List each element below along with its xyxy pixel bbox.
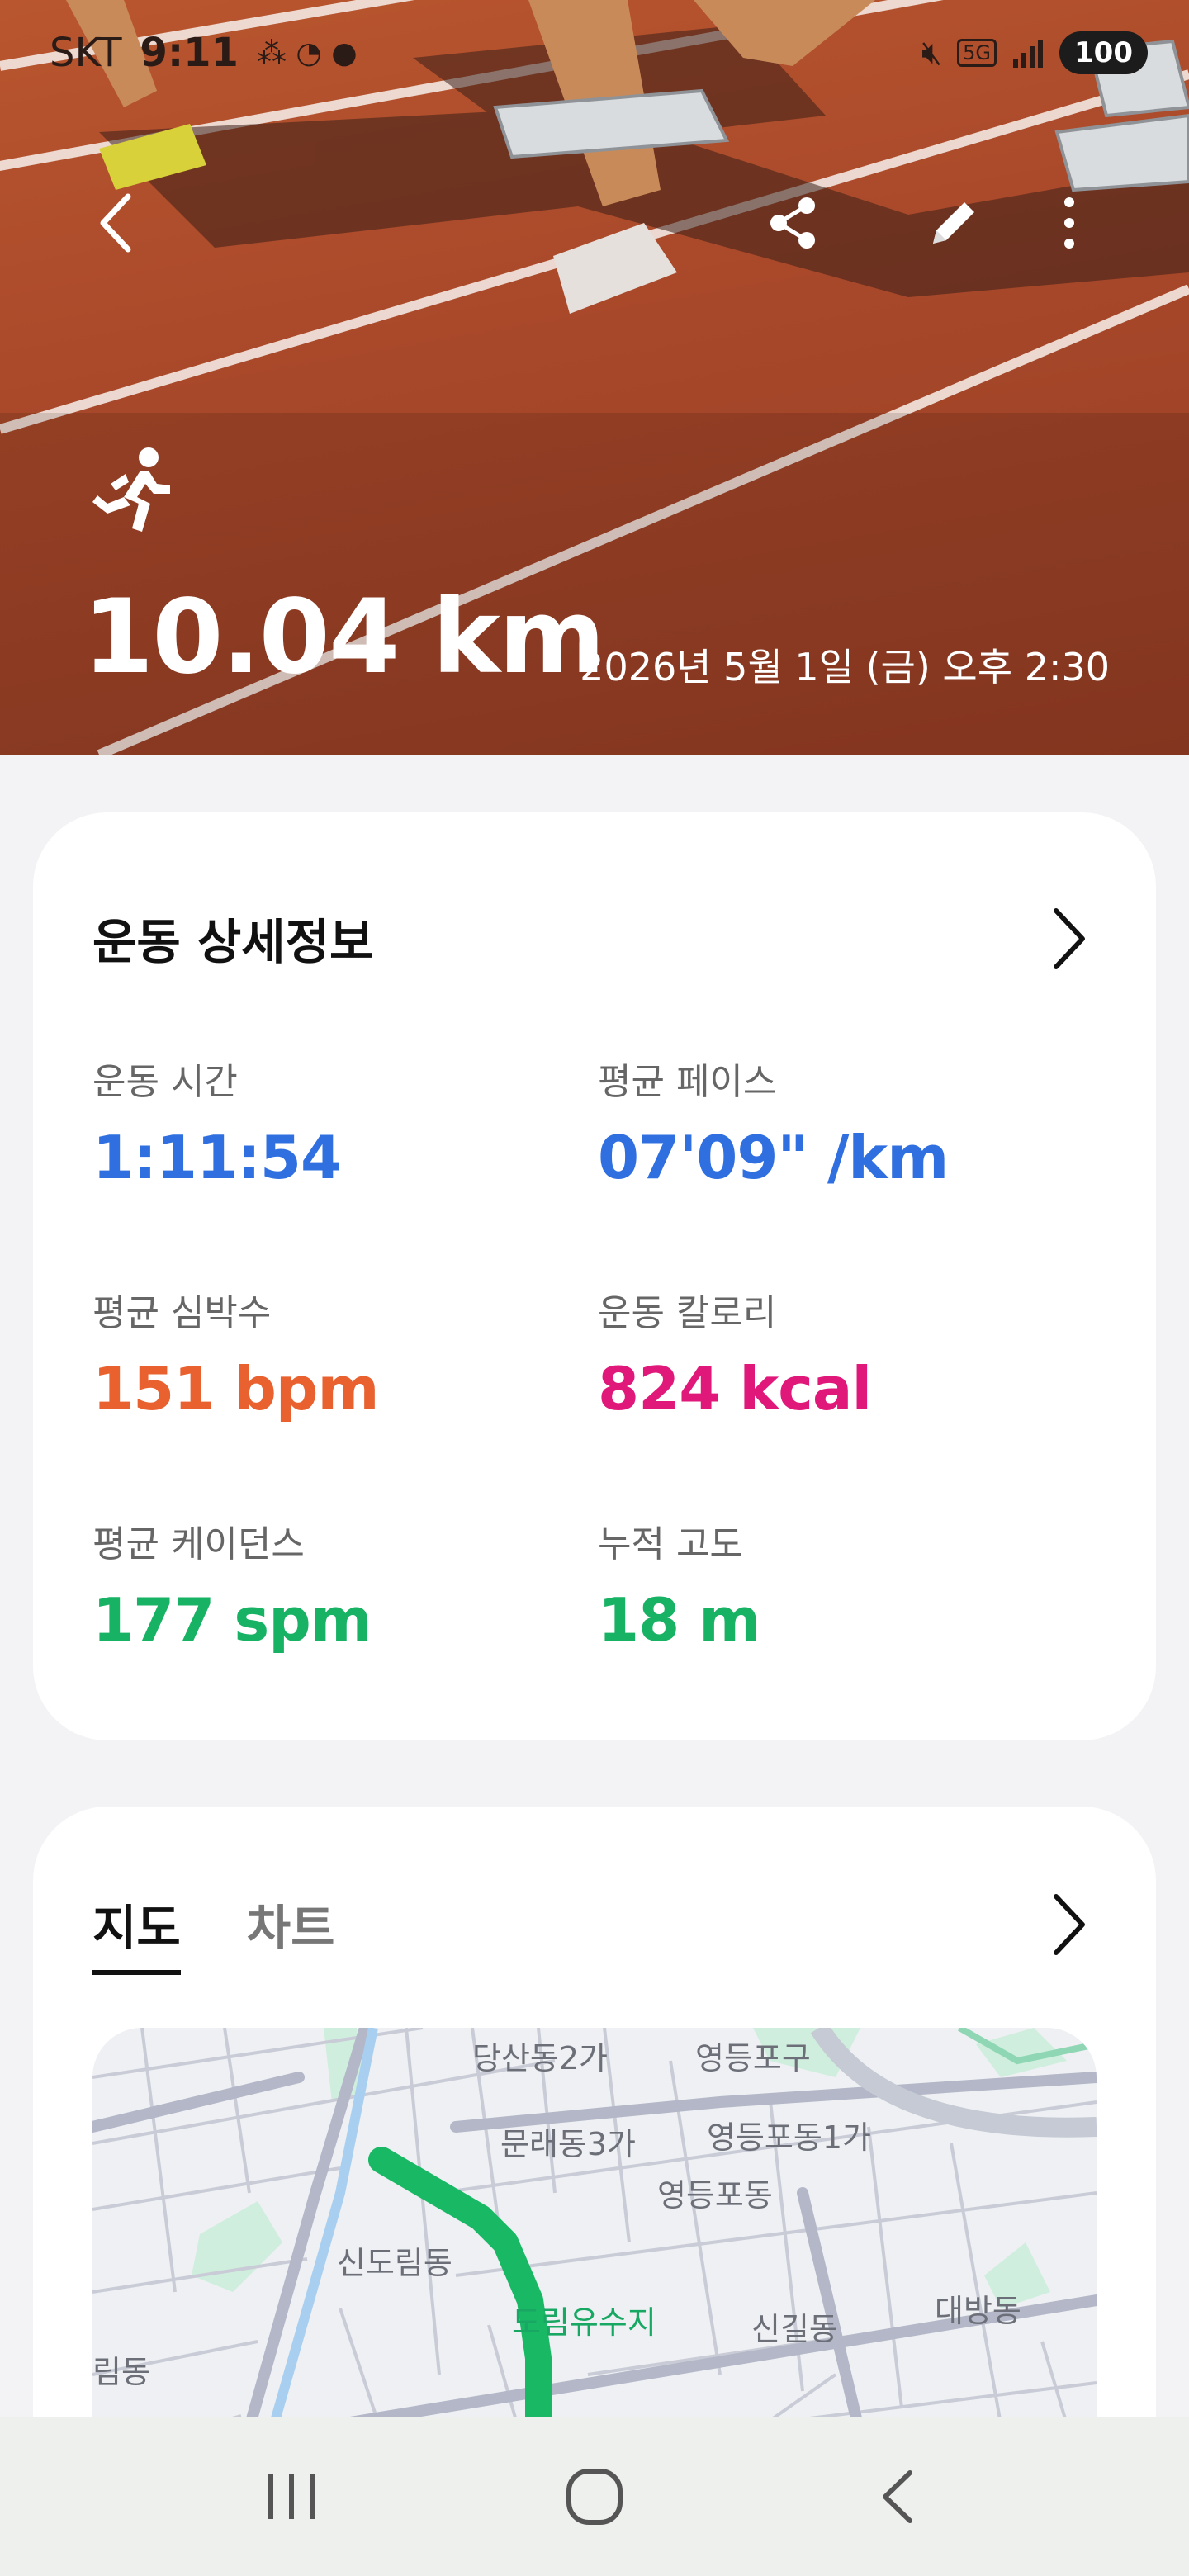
map-label: 영등포동1가: [707, 2119, 871, 2156]
top-app-bar: [0, 182, 1189, 272]
map-label: 영등포동: [657, 2177, 773, 2214]
map-label: 신길동: [751, 2311, 838, 2347]
edit-button[interactable]: [912, 182, 995, 264]
metric-avg-heart-rate: 평균 심박수 151 bpm: [92, 1283, 379, 1423]
back-button[interactable]: [74, 182, 157, 264]
home-button[interactable]: [537, 2447, 652, 2546]
metric-calories: 운동 칼로리 824 kcal: [598, 1283, 872, 1423]
map-label: 영등포구: [695, 2040, 811, 2076]
back-arrow-icon: [100, 193, 131, 253]
metric-value: 1:11:54: [92, 1123, 342, 1192]
map-expand-button[interactable]: [1040, 1887, 1098, 1962]
workout-details-card: 운동 상세정보 운동 시간 1:11:54 평균 페이스 07'09" /km …: [33, 812, 1156, 1740]
pencil-icon: [933, 202, 974, 244]
nav-back-icon: [882, 2470, 912, 2523]
more-options-button[interactable]: [1028, 182, 1111, 264]
metric-label: 평균 페이스: [598, 1061, 777, 1103]
metric-avg-cadence: 평균 케이던스 177 spm: [92, 1514, 372, 1655]
signal-icon: [1013, 40, 1044, 68]
tab-chart[interactable]: 차트: [247, 1889, 335, 1975]
nav-back-button[interactable]: [840, 2447, 955, 2546]
more-vertical-icon: [1064, 197, 1074, 249]
workout-datetime: 2026년 5월 1일 (금) 오후 2:30: [580, 645, 1110, 689]
share-icon: [770, 197, 815, 249]
metric-label: 누적 고도: [598, 1523, 743, 1565]
map-label: 대방동: [935, 2293, 1021, 2329]
map-label: 문래동3가: [500, 2126, 637, 2162]
recents-icon: [268, 2474, 315, 2519]
details-expand-button[interactable]: [1040, 902, 1098, 976]
map-label: 도림유수지: [512, 2304, 656, 2341]
metric-value: 824 kcal: [598, 1354, 872, 1423]
hero-banner: SKT 9:11 ⁂ ◔ ● 🔇︎ 5G 100 10.04 km 2026년 …: [0, 0, 1189, 755]
details-title: 운동 상세정보: [92, 914, 374, 970]
metric-elevation-gain: 누적 고도 18 m: [598, 1514, 760, 1655]
metric-value: 151 bpm: [92, 1354, 379, 1423]
share-button[interactable]: [751, 182, 834, 264]
metric-value: 07'09" /km: [598, 1123, 949, 1192]
recents-button[interactable]: [234, 2447, 349, 2546]
running-icon: [92, 447, 170, 532]
workout-distance: 10.04 km: [83, 578, 605, 697]
chevron-right-icon: [1054, 908, 1085, 969]
metric-label: 평균 심박수: [92, 1292, 272, 1334]
metric-duration: 운동 시간 1:11:54: [92, 1052, 342, 1192]
tab-map[interactable]: 지도: [92, 1889, 181, 1975]
map-label: 당산동2가: [472, 2040, 609, 2076]
metric-value: 18 m: [598, 1585, 760, 1655]
status-bar: SKT 9:11 ⁂ ◔ ● 🔇︎ 5G 100: [0, 0, 1189, 116]
chevron-right-icon: [1054, 1894, 1085, 1955]
metric-avg-pace: 평균 페이스 07'09" /km: [598, 1052, 949, 1192]
app-notification-icon: ⁂ ◔ ●: [256, 36, 358, 70]
map-chart-tabs: 지도 차트: [92, 1889, 334, 1975]
metric-value: 177 spm: [92, 1585, 372, 1655]
metric-label: 운동 시간: [92, 1061, 238, 1103]
mute-icon: 🔇︎: [921, 34, 943, 72]
metric-label: 운동 칼로리: [598, 1292, 777, 1334]
home-icon: [566, 2469, 623, 2525]
metric-label: 평균 케이던스: [92, 1523, 305, 1565]
map-label: 림동: [92, 2354, 150, 2390]
system-navigation-bar: [0, 2417, 1189, 2576]
network-type: 5G: [957, 39, 997, 67]
carrier-label: SKT: [50, 30, 122, 76]
map-label: 신도림동: [337, 2245, 452, 2281]
clock: 9:11: [140, 30, 239, 76]
battery-indicator: 100: [1059, 31, 1148, 74]
